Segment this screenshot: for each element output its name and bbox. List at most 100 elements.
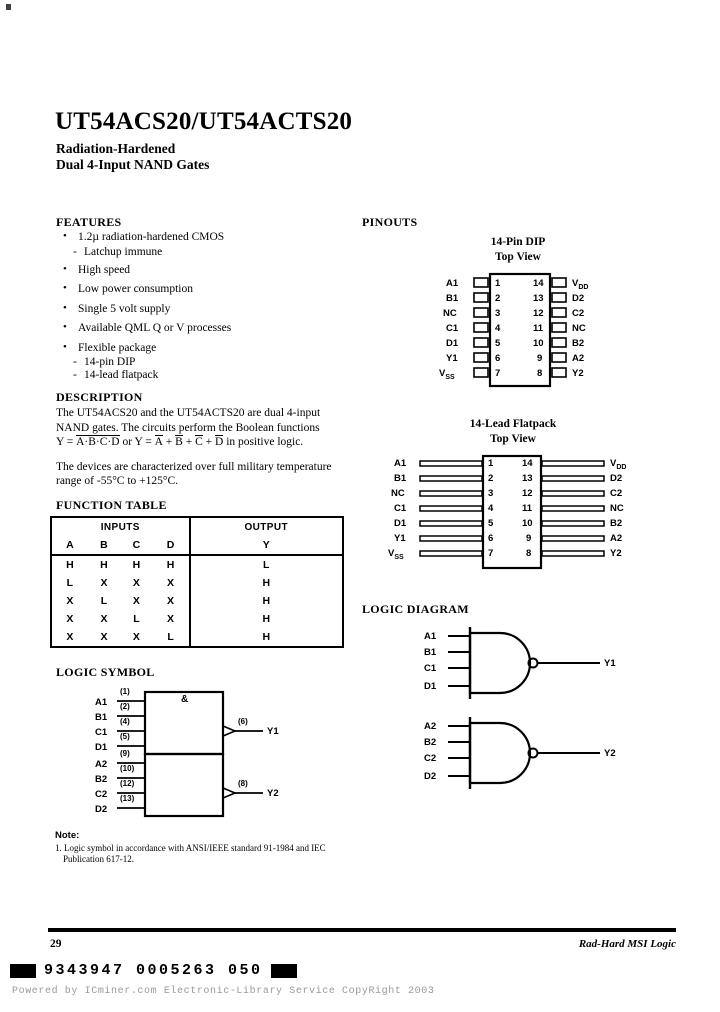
cell-c: X xyxy=(132,631,140,643)
equation-plus: + xyxy=(162,436,176,448)
dip-pin-number-8: 8 xyxy=(537,368,543,379)
flatpack-view-label: Top View xyxy=(490,433,536,445)
dash-icon: - xyxy=(73,369,77,381)
footer-series-label: Rad-Hard MSI Logic xyxy=(578,938,676,950)
flatpack-pin-number-12: 12 xyxy=(522,488,533,499)
dip-pin-number-5: 5 xyxy=(495,338,501,349)
dip-pinout-diagram: A1 B1 NC C1 D1 Y1 VSS 1 2 3 4 5 6 7 14 1… xyxy=(420,270,620,390)
cell-d: X xyxy=(167,577,175,589)
dip-pin-number-2: 2 xyxy=(495,293,501,304)
equation-suffix: in positive logic. xyxy=(223,436,304,448)
dip-left-label-6: Y1 xyxy=(446,353,458,364)
equation-plus: + xyxy=(202,436,216,448)
symbol-pin-number-a1: (1) xyxy=(120,687,130,696)
feature-item: • Flexible package xyxy=(58,340,338,354)
dip-pin-number-6: 6 xyxy=(495,353,501,364)
feature-subitem: - 14-lead flatpack xyxy=(58,369,338,381)
symbol-pin-number-b1: (2) xyxy=(120,702,130,711)
feature-text: 14-pin DIP xyxy=(84,356,136,368)
gate2-input-label-d2: D2 xyxy=(424,771,437,782)
dip-right-label-13: D2 xyxy=(572,293,585,304)
cell-y: H xyxy=(188,574,343,592)
flatpack-pin-number-9: 9 xyxy=(526,533,532,544)
equation-term-a: A xyxy=(154,435,163,448)
cell-d: X xyxy=(167,613,175,625)
cell-c: H xyxy=(132,559,141,571)
feature-text: Flexible package xyxy=(78,341,157,354)
flatpack-pin-number-3: 3 xyxy=(488,488,494,499)
footer-divider xyxy=(48,928,676,932)
dip-pin-number-13: 13 xyxy=(533,293,544,304)
flatpack-pin-number-14: 14 xyxy=(522,458,533,469)
gate1-input-label-b1: B1 xyxy=(424,647,437,658)
flatpack-pin-number-2: 2 xyxy=(488,473,494,484)
flatpack-pin-number-6: 6 xyxy=(488,533,494,544)
inputs-group-header: INPUTS xyxy=(100,521,140,533)
flatpack-right-label-11: NC xyxy=(610,503,624,514)
cell-y: H xyxy=(188,610,343,628)
flatpack-right-label-12: C2 xyxy=(610,488,623,499)
dip-pin-number-10: 10 xyxy=(533,338,544,349)
description-heading: DESCRIPTION xyxy=(56,390,143,404)
column-header-b: B xyxy=(87,536,121,556)
feature-item: • High speed xyxy=(58,262,338,276)
cell-a: L xyxy=(66,577,74,589)
feature-item: • Low power consumption xyxy=(58,282,338,295)
flatpack-left-label-3: NC xyxy=(391,488,405,499)
bullet-icon: • xyxy=(63,340,67,353)
symbol-output-label-y2: Y2 xyxy=(267,788,279,799)
table-column-header-row: A B C D Y xyxy=(51,536,343,556)
symbol-input-label-b2: B2 xyxy=(95,774,108,785)
bullet-icon: • xyxy=(63,321,67,333)
flatpack-pin-number-7: 7 xyxy=(488,548,494,559)
note-block: Note: 1. Logic symbol in accordance with… xyxy=(55,830,355,865)
cell-b: H xyxy=(100,559,108,571)
flatpack-left-label-6: Y1 xyxy=(394,533,406,544)
feature-text: High speed xyxy=(78,263,131,276)
symbol-input-label-a2: A2 xyxy=(95,759,108,770)
page-number: 29 xyxy=(50,938,62,950)
flatpack-right-label-13: D2 xyxy=(610,473,623,484)
page-subtitle-line1: Radiation-Hardened xyxy=(56,141,176,156)
dip-right-label-10: B2 xyxy=(572,338,585,349)
gate2-input-label-c2: C2 xyxy=(424,753,437,764)
logic-diagram: A1 B1 C1 D1 Y1 A2 B2 C2 D2 Y2 xyxy=(424,625,630,795)
feature-subitem: - Latchup immune xyxy=(58,246,338,258)
equation-term-c: C xyxy=(195,435,203,448)
logic-diagram-svg xyxy=(448,627,600,789)
cell-y: L xyxy=(188,555,343,574)
dip-pin-number-1: 1 xyxy=(495,278,501,289)
description-paragraph-2: The devices are characterized over full … xyxy=(56,460,332,488)
dip-left-label-2: B1 xyxy=(446,293,459,304)
symbol-pin-number-c2: (12) xyxy=(120,779,135,788)
description-paragraph-1: The UT54ACS20 and the UT54ACTS20 are dua… xyxy=(56,406,346,450)
gate2-input-label-a2: A2 xyxy=(424,721,437,732)
bullet-icon: • xyxy=(63,282,67,294)
gate2-input-label-b2: B2 xyxy=(424,737,437,748)
cell-b: X xyxy=(100,613,108,625)
symbol-input-label-b1: B1 xyxy=(95,712,108,723)
gate2-output-label-y2: Y2 xyxy=(604,748,616,759)
flatpack-pin-number-4: 4 xyxy=(488,503,494,514)
symbol-pin-number-y2: (8) xyxy=(238,779,248,788)
dash-icon: - xyxy=(73,245,77,258)
feature-text: Available QML Q or V processes xyxy=(78,322,232,334)
flatpack-pin-number-13: 13 xyxy=(522,473,533,484)
symbol-input-label-c2: C2 xyxy=(95,789,108,800)
cell-c: X xyxy=(132,595,140,607)
cell-b: X xyxy=(100,631,108,643)
flatpack-pin-number-8: 8 xyxy=(526,548,532,559)
dip-left-label-4: C1 xyxy=(446,323,459,334)
cell-c: X xyxy=(132,577,140,589)
datasheet-page: UT54ACS20/UT54ACTS20 Radiation-Hardened … xyxy=(0,0,720,1012)
flatpack-pin-number-10: 10 xyxy=(522,518,533,529)
cell-a: X xyxy=(66,631,74,643)
flatpack-pin-number-1: 1 xyxy=(488,458,494,469)
bullet-icon: • xyxy=(63,262,67,275)
symbol-pin-number-d2: (13) xyxy=(120,794,135,803)
flatpack-pinout-diagram: A1 B1 NC C1 D1 Y1 VSS 1 2 3 4 5 6 7 14 1… xyxy=(388,452,638,572)
vdd-subscript: DD xyxy=(578,283,589,291)
dip-package-title: 14-Pin DIP xyxy=(490,236,546,248)
cell-a: X xyxy=(66,613,74,625)
dip-right-label-8: Y2 xyxy=(572,368,584,379)
